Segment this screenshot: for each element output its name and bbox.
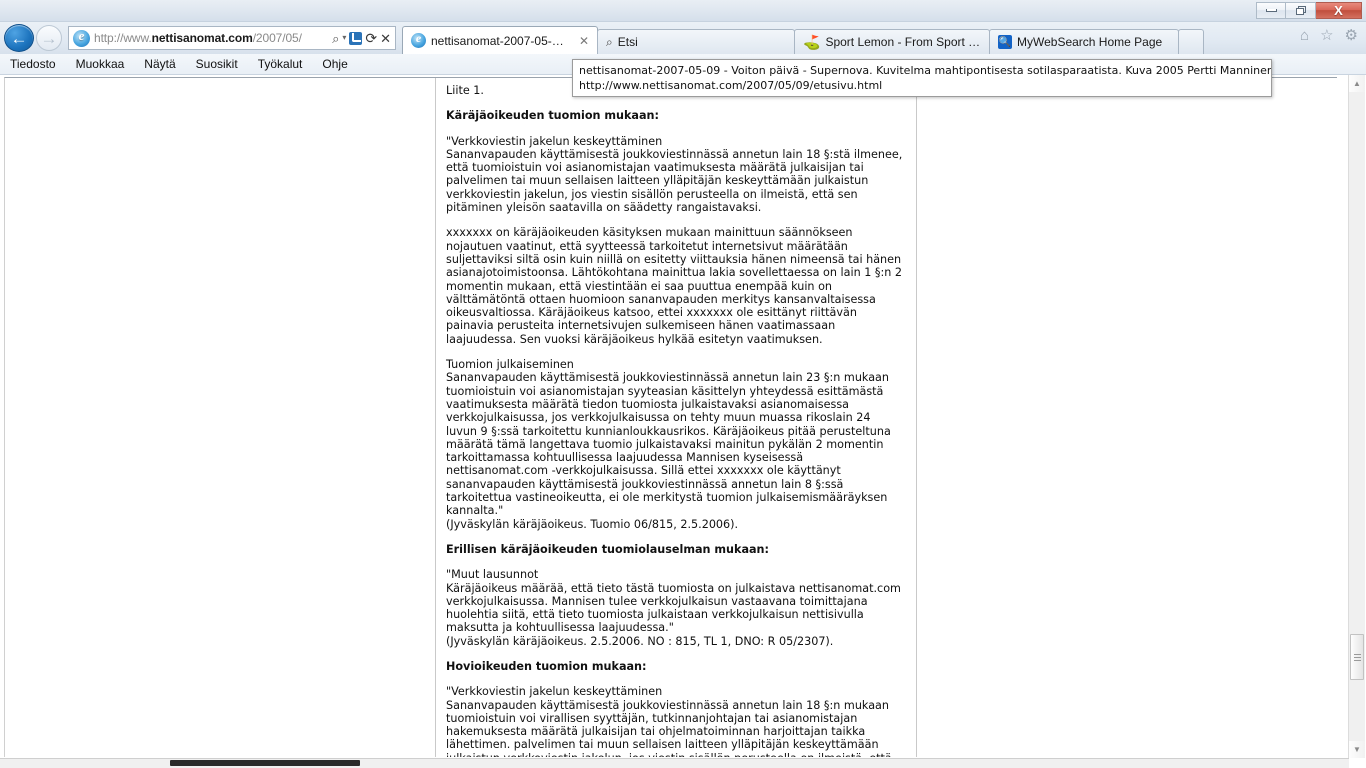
article-heading: Hovioikeuden tuomion mukaan: — [446, 659, 647, 673]
window-titlebar: X — [0, 0, 1366, 22]
page-content-area: Liite 1. Käräjäoikeuden tuomion mukaan: "… — [4, 77, 1337, 757]
tab-close-icon[interactable]: ✕ — [579, 34, 589, 48]
stop-icon[interactable]: ✕ — [380, 32, 391, 45]
search-icon[interactable]: ⌕ — [332, 32, 339, 45]
ie-logo-icon — [73, 28, 90, 47]
chevron-down-icon[interactable]: ▾ — [342, 34, 346, 42]
link-tooltip: nettisanomat-2007-05-09 - Voiton päivä -… — [572, 59, 1272, 97]
article-paragraph: "Verkkoviestin jakelun keskeyttäminen San… — [446, 685, 892, 757]
tab-label: MyWebSearch Home Page — [1017, 35, 1163, 49]
command-bar-icons: ⌂ ☆ ⚙ — [1300, 28, 1358, 43]
back-button[interactable]: ← — [4, 24, 34, 52]
horizontal-scrollbar[interactable] — [0, 758, 1349, 768]
address-bar[interactable]: http://www.nettisanomat.com/2007/05/ ⌕ ▾… — [68, 26, 396, 50]
url-prefix: http://www. — [94, 31, 152, 45]
favorites-star-icon[interactable]: ☆ — [1320, 28, 1333, 43]
vertical-scrollbar-thumb[interactable] — [1350, 634, 1364, 680]
browser-window: X ← → http://www.nettisanomat.com/2007/0… — [0, 0, 1366, 768]
article-paragraph: Tuomion julkaiseminen Sananvapauden käytt… — [446, 358, 891, 531]
menu-item-tyokalut[interactable]: Työkalut — [258, 57, 303, 71]
forward-arrow-icon: → — [40, 28, 58, 48]
home-icon[interactable]: ⌂ — [1300, 28, 1309, 43]
horizontal-scrollbar-thumb[interactable] — [170, 760, 360, 766]
tab-nettisanomat[interactable]: nettisanomat-2007-05-09 - ... ✕ — [402, 26, 598, 54]
article-column: Liite 1. Käräjäoikeuden tuomion mukaan: "… — [435, 78, 917, 757]
close-button[interactable]: X — [1316, 2, 1362, 19]
close-icon: X — [1334, 3, 1343, 18]
vertical-scrollbar[interactable]: ▲ ▼ — [1348, 75, 1365, 758]
article-heading: Erillisen käräjäoikeuden tuomiolauselman… — [446, 542, 769, 556]
restore-icon — [1295, 6, 1306, 15]
menu-item-ohje[interactable]: Ohje — [322, 57, 347, 71]
refresh-icon[interactable]: ⟳ — [365, 31, 377, 45]
page-viewport: Liite 1. Käräjäoikeuden tuomion mukaan: "… — [0, 75, 1366, 768]
article-heading: Käräjäoikeuden tuomion mukaan: — [446, 109, 659, 123]
feed-icon[interactable] — [349, 31, 363, 45]
menu-item-suosikit[interactable]: Suosikit — [196, 57, 238, 71]
scroll-down-arrow-icon[interactable]: ▼ — [1349, 741, 1365, 758]
menu-item-nayta[interactable]: Näytä — [144, 57, 175, 71]
minimize-button[interactable] — [1256, 2, 1286, 19]
ie-icon — [411, 31, 426, 48]
tab-strip: nettisanomat-2007-05-09 - ... ✕ ⌕ Etsi ⛳… — [402, 26, 1204, 54]
article-paragraph: xxxxxxx on käräjäoikeuden käsityksen muk… — [446, 226, 903, 346]
article-paragraph: "Verkkoviestin jakelun keskeyttäminen San… — [446, 134, 903, 215]
tab-sport-lemon[interactable]: ⛳ Sport Lemon - From Sport - W... — [794, 29, 990, 54]
tab-mywebsearch[interactable]: 🔍 MyWebSearch Home Page — [989, 29, 1179, 54]
address-url-text: http://www.nettisanomat.com/2007/05/ — [94, 31, 332, 45]
address-bar-icons: ⌕ ▾ ⟳ ✕ — [332, 31, 393, 45]
tooltip-url: http://www.nettisanomat.com/2007/05/09/e… — [579, 79, 883, 92]
search-icon: ⌕ — [606, 34, 613, 49]
forward-button[interactable]: → — [36, 25, 62, 51]
tab-etsi[interactable]: ⌕ Etsi — [597, 29, 795, 54]
gear-icon[interactable]: ⚙ — [1345, 28, 1358, 43]
article-paragraph: "Muut lausunnot Käräjäoikeus määrää, että… — [446, 568, 901, 648]
url-domain: nettisanomat.com — [151, 31, 253, 45]
url-suffix: /2007/05/ — [252, 31, 302, 45]
minimize-icon — [1265, 9, 1277, 12]
tab-label: Sport Lemon - From Sport - W... — [825, 35, 981, 49]
menu-item-muokkaa[interactable]: Muokkaa — [76, 57, 125, 71]
navigation-toolbar: ← → http://www.nettisanomat.com/2007/05/… — [0, 22, 1366, 54]
mywebsearch-icon: 🔍 — [998, 35, 1012, 49]
tooltip-title: nettisanomat-2007-05-09 - Voiton päivä -… — [579, 64, 1272, 77]
back-arrow-icon: ← — [10, 28, 28, 48]
menu-item-tiedosto[interactable]: Tiedosto — [10, 57, 56, 71]
scrollbar-grip-icon — [1353, 653, 1361, 661]
new-tab-button[interactable] — [1178, 29, 1204, 54]
restore-button[interactable] — [1286, 2, 1316, 19]
tab-label: Etsi — [617, 35, 638, 49]
scroll-up-arrow-icon[interactable]: ▲ — [1349, 75, 1365, 92]
window-controls: X — [1256, 2, 1362, 19]
tab-label: nettisanomat-2007-05-09 - ... — [431, 33, 570, 48]
runner-icon: ⛳ — [803, 33, 821, 50]
